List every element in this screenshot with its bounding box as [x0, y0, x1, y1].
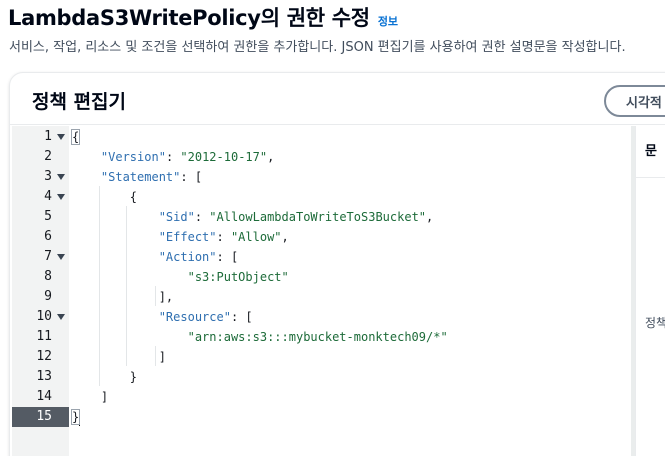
fold-arrow-icon[interactable]	[55, 307, 67, 327]
json-key: "Action"	[158, 250, 217, 264]
json-punctuation: : [	[230, 310, 253, 324]
policy-editor-title: 정책 편집기	[32, 91, 127, 113]
code-line[interactable]: 11 "arn:aws:s3:::mybucket-monktech09/*"	[12, 327, 632, 347]
json-punctuation	[72, 270, 188, 284]
page-header: LambdaS3WritePolicy의 권한 수정 정보	[8, 2, 398, 34]
line-number: 5	[44, 209, 52, 224]
json-punctuation: :	[216, 230, 231, 244]
code-line[interactable]: 1{	[12, 127, 632, 147]
code-line[interactable]: 7 "Action": [	[12, 247, 632, 267]
fold-arrow-icon[interactable]	[55, 127, 67, 147]
json-punctuation: {	[70, 129, 81, 145]
code-line[interactable]: 9 ],	[12, 287, 632, 307]
code-line[interactable]: 6 "Effect": "Allow",	[12, 227, 632, 247]
json-punctuation	[72, 170, 101, 184]
line-number: 11	[36, 329, 52, 344]
code-line[interactable]: 15}	[12, 407, 632, 427]
line-number: 15	[36, 409, 52, 424]
code-line[interactable]: 10 "Resource": [	[12, 307, 632, 327]
policy-editor-header: 정책 편집기 시각적	[10, 73, 665, 125]
info-link[interactable]: 정보	[378, 13, 398, 29]
fold-arrow-icon[interactable]	[55, 247, 67, 267]
code-text: ],	[72, 287, 173, 307]
json-punctuation	[72, 150, 101, 164]
code-line[interactable]: 3 "Statement": [	[12, 167, 632, 187]
json-punctuation	[72, 330, 188, 344]
line-number: 3	[44, 169, 52, 184]
side-panel-title: 문	[645, 144, 657, 159]
line-number: 14	[36, 389, 52, 404]
code-line[interactable]: 14 ]	[12, 387, 632, 407]
json-punctuation: ,	[426, 210, 434, 224]
json-punctuation: ,	[267, 150, 275, 164]
side-panel-text: 정책	[645, 316, 665, 330]
line-number: 12	[36, 349, 52, 364]
code-text: {	[72, 187, 137, 207]
line-number: 6	[44, 229, 52, 244]
json-punctuation: ],	[72, 290, 174, 304]
code-line[interactable]: 8 "s3:PutObject"	[12, 267, 632, 287]
json-punctuation: : [	[180, 170, 203, 184]
fold-arrow-icon[interactable]	[55, 187, 67, 207]
line-number: 8	[44, 269, 52, 284]
json-punctuation: ]	[72, 350, 166, 364]
code-text: }	[72, 367, 137, 387]
code-line[interactable]: 2 "Version": "2012-10-17",	[12, 147, 632, 167]
json-string: "2012-10-17"	[180, 150, 268, 164]
line-number: 9	[44, 289, 52, 304]
side-panel-header: 문	[636, 126, 665, 178]
code-text: "Statement": [	[72, 167, 202, 187]
code-text: "arn:aws:s3:::mybucket-monktech09/*"	[72, 327, 448, 347]
code-text: "s3:PutObject"	[72, 267, 289, 287]
json-punctuation: {	[72, 190, 138, 204]
json-code-editor[interactable]: 1{2 "Version": "2012-10-17", 3 "Statement…	[12, 126, 636, 456]
json-punctuation: :	[165, 150, 181, 164]
line-number: 1	[44, 129, 52, 144]
page-title: LambdaS3WritePolicy의 권한 수정	[8, 6, 370, 30]
code-text: "Version": "2012-10-17",	[72, 147, 274, 167]
code-line[interactable]: 4 {	[12, 187, 632, 207]
policy-editor-panel: 정책 편집기 시각적 1{2 "Version": "2012-10-17", 3…	[9, 72, 665, 456]
code-text: ]	[72, 347, 166, 367]
fold-arrow-icon[interactable]	[55, 167, 67, 187]
line-number: 13	[36, 369, 52, 384]
json-punctuation: ]	[72, 390, 109, 404]
code-line[interactable]: 5 "Sid": "AllowLambdaToWriteToS3Bucket",	[12, 207, 632, 227]
line-number: 10	[36, 309, 52, 324]
line-number: 4	[44, 189, 52, 204]
code-text: "Effect": "Allow",	[72, 227, 289, 247]
json-punctuation: }	[72, 370, 138, 384]
code-text: ]	[72, 387, 108, 407]
json-string: "s3:PutObject"	[187, 270, 289, 284]
page-description: 서비스, 작업, 리소스 및 조건을 선택하여 권한을 추가합니다. JSON …	[9, 40, 626, 55]
json-key: "Resource"	[158, 310, 231, 324]
json-punctuation	[72, 310, 159, 324]
code-text: }	[70, 407, 81, 427]
json-key: "Sid"	[158, 210, 195, 224]
json-punctuation: : [	[216, 250, 239, 264]
json-punctuation	[72, 250, 159, 264]
json-punctuation	[72, 230, 159, 244]
code-text: "Sid": "AllowLambdaToWriteToS3Bucket",	[72, 207, 434, 227]
code-text: {	[70, 127, 81, 147]
json-string: "arn:aws:s3:::mybucket-monktech09/*"	[187, 330, 448, 344]
json-key: "Statement"	[100, 170, 181, 184]
json-punctuation: :	[194, 210, 210, 224]
line-number: 2	[44, 149, 52, 164]
visual-editor-button[interactable]: 시각적	[604, 85, 665, 117]
json-punctuation	[72, 210, 159, 224]
code-line[interactable]: 12 ]	[12, 347, 632, 367]
json-punctuation: }	[70, 409, 81, 425]
statement-side-panel: 문 정책	[635, 126, 665, 456]
code-text: "Action": [	[72, 247, 238, 267]
line-number: 7	[44, 249, 52, 264]
json-string: "Allow"	[230, 230, 282, 244]
json-key: "Effect"	[158, 230, 217, 244]
json-string: "AllowLambdaToWriteToS3Bucket"	[209, 210, 427, 224]
code-line[interactable]: 13 }	[12, 367, 632, 387]
code-text: "Resource": [	[72, 307, 253, 327]
json-punctuation: ,	[281, 230, 289, 244]
text-cursor	[79, 409, 81, 426]
json-key: "Version"	[100, 150, 166, 164]
